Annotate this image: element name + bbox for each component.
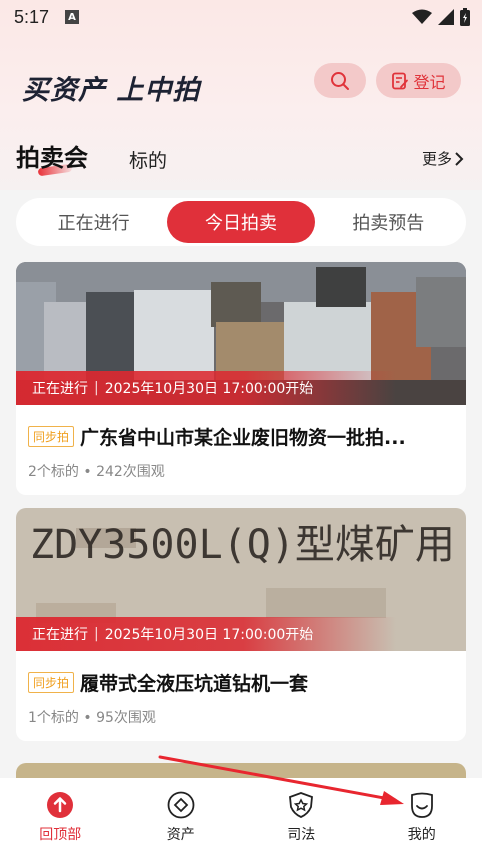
auction-card-body: 同步拍 广东省中山市某企业废旧物资一批拍... 2个标的 • 242次围观	[16, 405, 466, 495]
wifi-icon	[412, 9, 432, 24]
tab-auctions[interactable]: 拍卖会	[16, 138, 88, 173]
filter-tab-upcoming[interactable]: 拍卖预告	[315, 201, 462, 243]
auction-meta: 2个标的 • 242次围观	[28, 464, 165, 480]
tab-lots[interactable]: 标的	[129, 146, 167, 173]
auction-card[interactable]: 正在进行 | 2025年10月30日 17:00:00开始 同步拍 广东省中山市…	[16, 262, 466, 495]
separator: |	[94, 626, 99, 642]
bottom-nav: 回顶部 资产 司法 我的	[0, 778, 482, 856]
nav-label: 回顶部	[39, 827, 82, 843]
edit-document-icon	[392, 72, 409, 89]
register-label: 登记	[413, 72, 446, 92]
status-time: 5:17	[14, 6, 50, 27]
nav-label: 资产	[166, 827, 195, 843]
auction-status-bar: 正在进行 | 2025年10月30日 17:00:00开始	[16, 617, 396, 651]
nav-label: 司法	[287, 827, 316, 843]
status-bar: 5:17 A	[0, 0, 482, 34]
plate-text: ZDY3500L(Q)型煤矿用	[30, 522, 455, 568]
nav-label: 我的	[407, 827, 436, 843]
chevron-right-icon	[455, 151, 464, 166]
auction-card-body: 同步拍 履带式全液压坑道钻机一套 1个标的 • 95次围观	[16, 651, 466, 741]
auction-start-time: 2025年10月30日 17:00:00开始	[104, 627, 314, 643]
auction-start-time: 2025年10月30日 17:00:00开始	[104, 381, 314, 397]
sync-badge: 同步拍	[28, 672, 75, 693]
status-icons	[412, 8, 470, 26]
more-label: 更多	[421, 150, 452, 168]
auction-title-row: 同步拍 履带式全液压坑道钻机一套	[28, 669, 454, 696]
arrow-up-icon	[45, 790, 75, 820]
more-link[interactable]: 更多	[422, 148, 464, 169]
search-button[interactable]	[314, 63, 366, 98]
auction-title: 履带式全液压坑道钻机一套	[80, 673, 309, 695]
filter-tab-ongoing[interactable]: 正在进行	[20, 201, 167, 243]
user-face-icon	[407, 790, 437, 820]
auction-title-row: 同步拍 广东省中山市某企业废旧物资一批拍...	[28, 423, 454, 450]
auction-status: 正在进行	[32, 381, 88, 397]
auction-image: ZDY3500L(Q)型煤矿用 正在进行 | 2025年10月30日 17:00…	[16, 508, 466, 651]
nav-assets[interactable]: 资产	[121, 778, 242, 856]
notification-icon: A	[65, 10, 80, 24]
section-tabs: 拍卖会 标的 更多	[16, 136, 466, 177]
auction-status: 正在进行	[32, 627, 88, 643]
auction-status-bar: 正在进行 | 2025年10月30日 17:00:00开始	[16, 371, 396, 405]
sync-badge: 同步拍	[28, 426, 75, 447]
diamond-icon	[166, 790, 196, 820]
auction-filter-tabs: 正在进行 今日拍卖 拍卖预告	[16, 198, 466, 246]
nav-judicial[interactable]: 司法	[241, 778, 362, 856]
register-button[interactable]: 登记	[376, 63, 461, 98]
auction-image: 正在进行 | 2025年10月30日 17:00:00开始	[16, 262, 466, 405]
filter-tab-today[interactable]: 今日拍卖	[167, 201, 315, 243]
app-logo: 买资产 上中拍	[22, 75, 201, 106]
auction-title: 广东省中山市某企业废旧物资一批拍...	[80, 427, 406, 449]
search-icon	[331, 71, 349, 90]
shield-star-icon	[286, 790, 316, 820]
nav-back-to-top[interactable]: 回顶部	[0, 778, 121, 856]
signal-icon	[438, 9, 454, 25]
separator: |	[94, 380, 99, 396]
auction-card[interactable]: ZDY3500L(Q)型煤矿用 正在进行 | 2025年10月30日 17:00…	[16, 508, 466, 741]
nav-mine[interactable]: 我的	[362, 778, 482, 856]
battery-icon	[460, 8, 470, 26]
auction-meta: 1个标的 • 95次围观	[28, 710, 156, 726]
